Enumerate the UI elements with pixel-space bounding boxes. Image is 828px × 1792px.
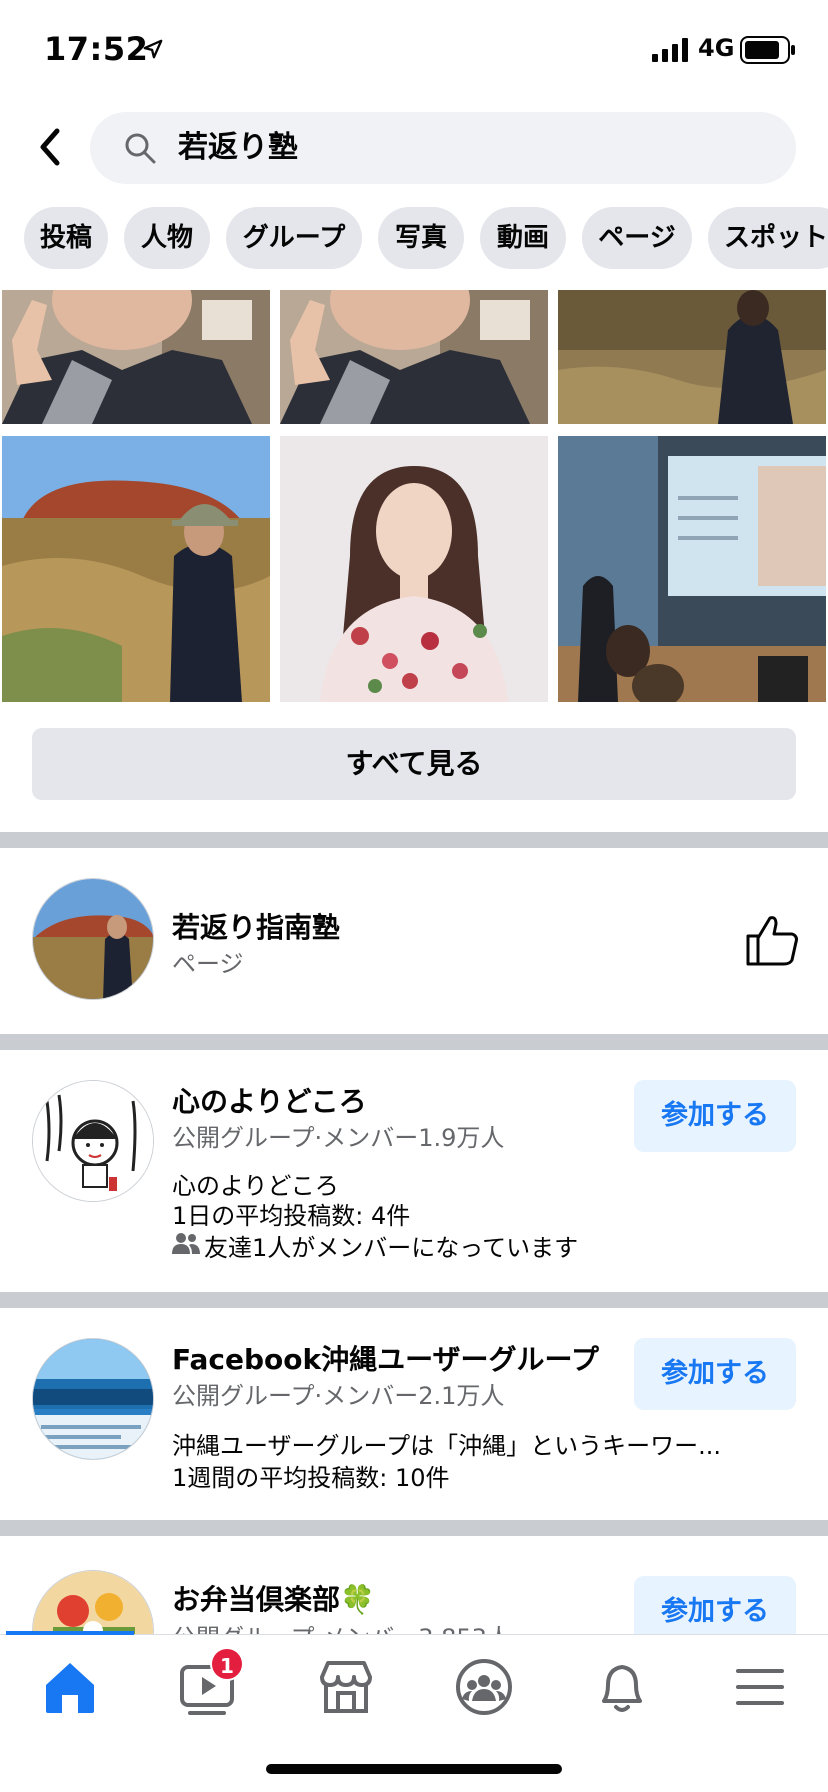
photo-thumbnail[interactable] [2, 290, 270, 424]
back-arrow-icon [40, 128, 60, 166]
group-avatar[interactable] [32, 1338, 154, 1460]
home-indicator [266, 1764, 562, 1774]
location-arrow-icon [143, 39, 163, 59]
active-tab-indicator [6, 1631, 134, 1635]
photo-thumbnail[interactable] [558, 290, 826, 424]
section-divider [0, 1520, 828, 1536]
network-type: 4G [698, 34, 735, 62]
chip-people[interactable]: 人物 [124, 207, 210, 269]
page-type: ページ [172, 950, 244, 978]
friends-icon [172, 1233, 200, 1254]
back-button[interactable] [30, 122, 70, 172]
notification-badge: 1 [210, 1647, 244, 1681]
status-bar: 17:52 4G [0, 0, 828, 100]
battery-icon [740, 36, 795, 64]
group-meta: 公開グループ·メンバー2.1万人 [172, 1382, 505, 1410]
group-description: 沖縄ユーザーグループは「沖縄」というキーワー... [172, 1432, 721, 1460]
search-header: 若返り塾 [0, 100, 828, 200]
photo-thumbnail[interactable] [280, 290, 548, 424]
page-avatar[interactable] [32, 878, 154, 1000]
menu-icon[interactable] [728, 1655, 792, 1719]
bell-icon[interactable] [590, 1655, 654, 1719]
see-all-button[interactable]: すべて見る [32, 728, 796, 800]
chip-places[interactable]: スポット [708, 207, 828, 269]
group-activity: 1週間の平均投稿数: 10件 [172, 1464, 450, 1492]
search-box[interactable]: 若返り塾 [90, 112, 796, 184]
group-name[interactable]: 心のよりどころ [172, 1080, 367, 1120]
groups-icon[interactable] [452, 1655, 516, 1719]
chip-posts[interactable]: 投稿 [24, 207, 108, 269]
chip-pages[interactable]: ページ [582, 207, 692, 269]
signal-icon [652, 38, 688, 62]
search-input[interactable]: 若返り塾 [178, 112, 738, 184]
group-friends: 友達1人がメンバーになっています [204, 1234, 579, 1262]
group-activity: 1日の平均投稿数: 4件 [172, 1202, 411, 1230]
group-name[interactable]: お弁当倶楽部🍀 [172, 1578, 375, 1618]
section-divider [0, 832, 828, 848]
section-divider [0, 1034, 828, 1050]
join-button[interactable]: 参加する [634, 1080, 796, 1152]
section-divider [0, 1292, 828, 1308]
photo-thumbnail[interactable] [558, 436, 826, 702]
group-name[interactable]: Facebook沖縄ユーザーグループ [172, 1338, 599, 1378]
status-time: 17:52 [44, 30, 149, 68]
home-icon[interactable] [38, 1655, 102, 1719]
chip-videos[interactable]: 動画 [480, 207, 566, 269]
search-icon [125, 133, 156, 164]
chip-groups[interactable]: グループ [226, 207, 362, 269]
group-meta: 公開グループ·メンバー1.9万人 [172, 1124, 505, 1152]
chip-photos[interactable]: 写真 [378, 207, 464, 269]
like-icon[interactable] [744, 912, 800, 968]
join-button[interactable]: 参加する [634, 1338, 796, 1410]
filter-chips: 投稿 人物 グループ 写真 動画 ページ スポット [0, 207, 828, 269]
photo-thumbnail[interactable] [2, 436, 270, 702]
page-name[interactable]: 若返り指南塾 [172, 906, 340, 946]
photo-thumbnail[interactable] [280, 436, 548, 702]
group-avatar[interactable] [32, 1080, 154, 1202]
marketplace-icon[interactable] [314, 1655, 378, 1719]
